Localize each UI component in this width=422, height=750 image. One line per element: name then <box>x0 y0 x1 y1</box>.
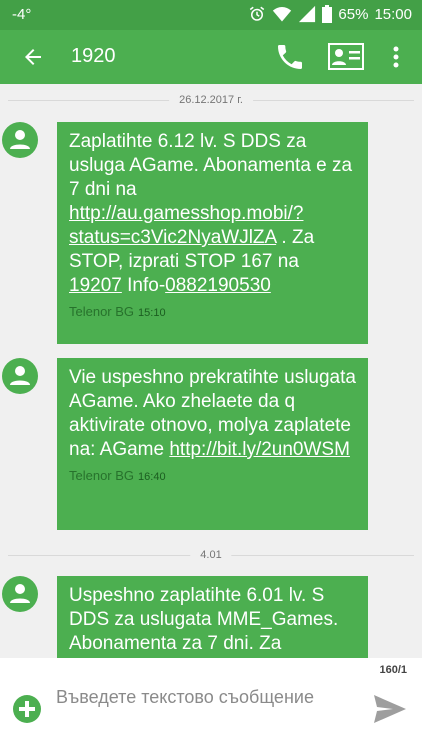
message-text: Zaplatihte 6.12 lv. S DDS za usluga AGam… <box>69 131 353 296</box>
contact-card-icon[interactable] <box>328 43 364 70</box>
battery-icon <box>322 5 333 23</box>
date-divider: 26.12.2017 г. <box>8 93 414 107</box>
phone-number-link[interactable]: 0882190530 <box>165 275 271 296</box>
more-vert-icon[interactable] <box>388 44 404 70</box>
send-icon[interactable] <box>373 694 407 724</box>
message-link[interactable]: http://au.gamesshop.mobi/?status=c3Vic2N… <box>69 203 303 248</box>
message-meta: Telenor BG 16:40 <box>69 468 356 483</box>
battery-level: 65% <box>338 5 369 23</box>
sender-avatar[interactable] <box>2 576 38 612</box>
message-composer: 160/1 Въведете текстово съобщение <box>0 658 422 750</box>
conversation-title: 1920 <box>71 45 116 67</box>
arrow-back-icon[interactable] <box>20 45 46 69</box>
message-time: 15:10 <box>138 307 166 319</box>
person-icon <box>10 584 30 603</box>
message-sender: Telenor BG <box>69 468 135 483</box>
alarm-icon <box>250 6 265 21</box>
app-bar: 1920 <box>0 30 422 84</box>
conversation[interactable]: 26.12.2017 г. Zaplatihte 6.12 lv. S DDS … <box>0 84 422 658</box>
person-icon <box>10 130 30 149</box>
signal-icon <box>299 5 316 23</box>
temperature-indicator: -4° <box>12 6 32 23</box>
message-meta: Telenor BG 15:10 <box>69 304 356 319</box>
message-text: Vie uspeshno prekratihte uslugata AGame.… <box>69 367 356 460</box>
status-icons: 65% 15:00 <box>248 5 412 23</box>
clock: 15:00 <box>374 5 412 23</box>
phone-icon[interactable] <box>274 41 306 73</box>
phone-number-link[interactable]: 19207 <box>69 275 122 296</box>
message-input[interactable]: Въведете текстово съобщение <box>56 685 346 709</box>
message-bubble[interactable]: Uspeshno zaplatihte 6.01 lv. S DDS za us… <box>57 576 368 658</box>
message-link[interactable]: http://bit.ly/2un0WSM <box>169 439 350 460</box>
wifi-icon <box>273 7 292 22</box>
add-circle-icon[interactable] <box>13 695 41 723</box>
sender-avatar[interactable] <box>2 358 38 394</box>
message-bubble[interactable]: Vie uspeshno prekratihte uslugata AGame.… <box>57 358 368 530</box>
sender-avatar[interactable] <box>2 122 38 158</box>
message-bubble[interactable]: Zaplatihte 6.12 lv. S DDS za usluga AGam… <box>57 122 368 344</box>
status-bar: -4° 65% 15:00 <box>0 0 422 30</box>
message-sender: Telenor BG <box>69 304 135 319</box>
char-counter: 160/1 <box>379 664 407 676</box>
message-text: Uspeshno zaplatihte 6.01 lv. S DDS za us… <box>69 585 339 654</box>
date-divider: 4.01 <box>8 548 414 562</box>
person-icon <box>10 366 30 385</box>
message-time: 16:40 <box>138 471 166 483</box>
